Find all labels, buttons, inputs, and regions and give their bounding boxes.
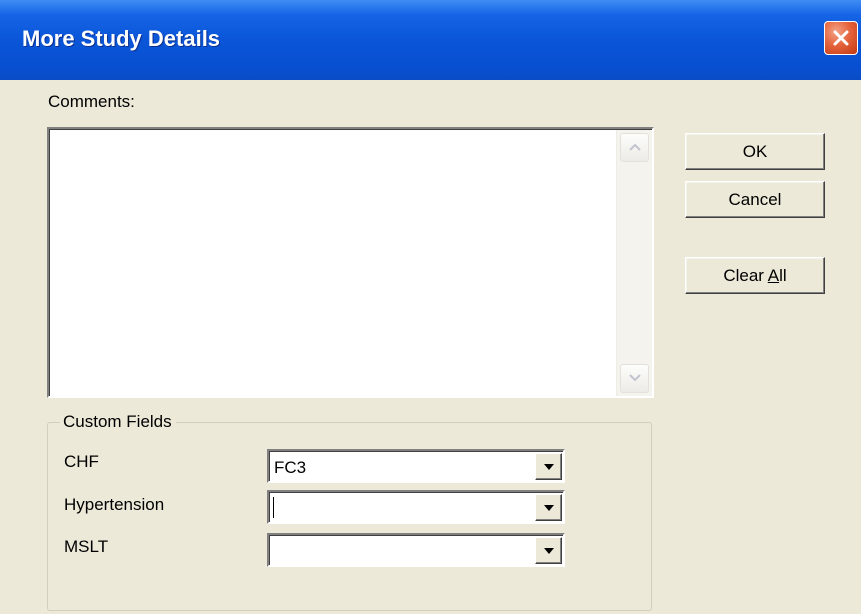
scroll-up-button[interactable]: [620, 133, 649, 162]
comments-textarea[interactable]: [50, 130, 617, 396]
mslt-dropdown-button[interactable]: [535, 537, 562, 564]
hypertension-label: Hypertension: [64, 495, 165, 514]
dropdown-arrow-icon: [544, 548, 554, 554]
dropdown-arrow-icon: [544, 464, 554, 470]
chf-label: CHF: [64, 452, 99, 471]
scroll-down-button[interactable]: [620, 364, 649, 393]
hypertension-combobox-frame: [269, 492, 563, 522]
clear-all-label-mnemonic: A: [767, 266, 780, 285]
mslt-combobox-frame: [269, 535, 563, 565]
comments-frame: [49, 129, 652, 396]
custom-fields-legend: Custom Fields: [60, 412, 176, 432]
dialog-window: More Study Details Comments: OK Cancel C…: [0, 0, 861, 614]
comments-scrollbar[interactable]: [616, 130, 652, 396]
dropdown-arrow-icon: [544, 505, 554, 511]
title-bar[interactable]: More Study Details: [0, 0, 861, 80]
chf-combobox-frame: FC3: [269, 451, 563, 481]
clear-all-button[interactable]: Clear All: [685, 257, 825, 294]
clear-all-label-prefix: Clear: [723, 266, 768, 285]
chf-dropdown-button[interactable]: [535, 453, 562, 480]
hypertension-combobox[interactable]: [267, 490, 565, 524]
clear-all-label-suffix: ll: [779, 266, 787, 285]
comments-label: Comments:: [48, 92, 135, 111]
comments-box: [47, 127, 654, 398]
mslt-label: MSLT: [64, 537, 109, 556]
window-title: More Study Details: [22, 26, 221, 51]
chf-combobox[interactable]: FC3: [267, 449, 565, 483]
mslt-combobox[interactable]: [267, 533, 565, 567]
chevron-up-icon: [629, 143, 641, 151]
text-cursor: [273, 497, 274, 518]
ok-button[interactable]: OK: [685, 133, 825, 170]
hypertension-dropdown-button[interactable]: [535, 494, 562, 521]
close-icon: [833, 30, 849, 46]
cancel-button[interactable]: Cancel: [685, 181, 825, 218]
close-button[interactable]: [824, 21, 858, 55]
chevron-down-icon: [629, 374, 641, 382]
chf-value: FC3: [274, 458, 307, 477]
